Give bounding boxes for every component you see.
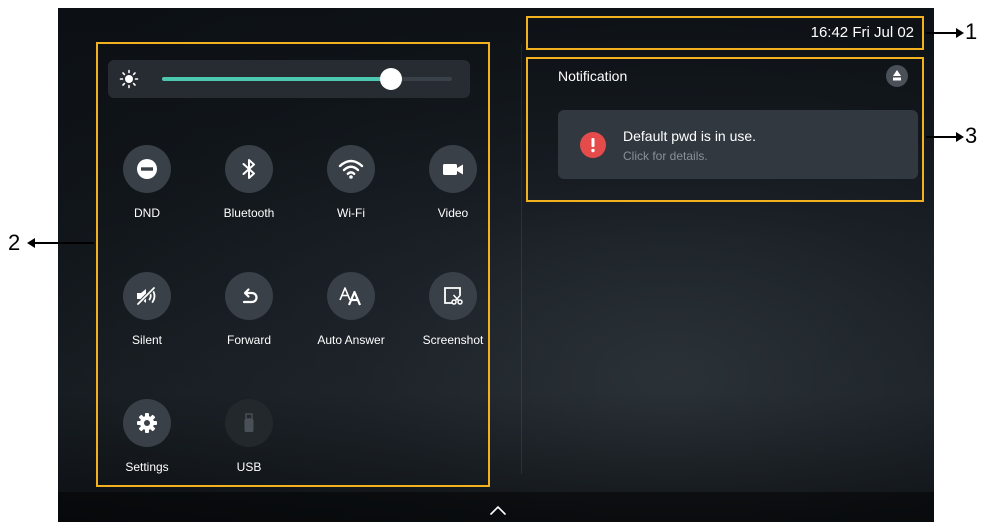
callout-number-2: 2 (8, 230, 21, 255)
callout-line-1 (926, 32, 956, 34)
callout-arrow-3 (956, 132, 964, 142)
callout-number-1: 1 (965, 19, 978, 44)
annotation-frame-notifications (526, 57, 924, 202)
annotation-frame-time (526, 16, 924, 50)
callout-line-3 (926, 136, 956, 138)
callout-arrow-1 (956, 28, 964, 38)
callout-line-2 (35, 242, 94, 244)
callout-number-3: 3 (965, 123, 978, 148)
annotation-frame-quick-settings (96, 42, 490, 487)
panel-divider (521, 44, 522, 474)
callout-arrow-2 (27, 238, 35, 248)
chevron-up-icon[interactable] (488, 503, 508, 517)
